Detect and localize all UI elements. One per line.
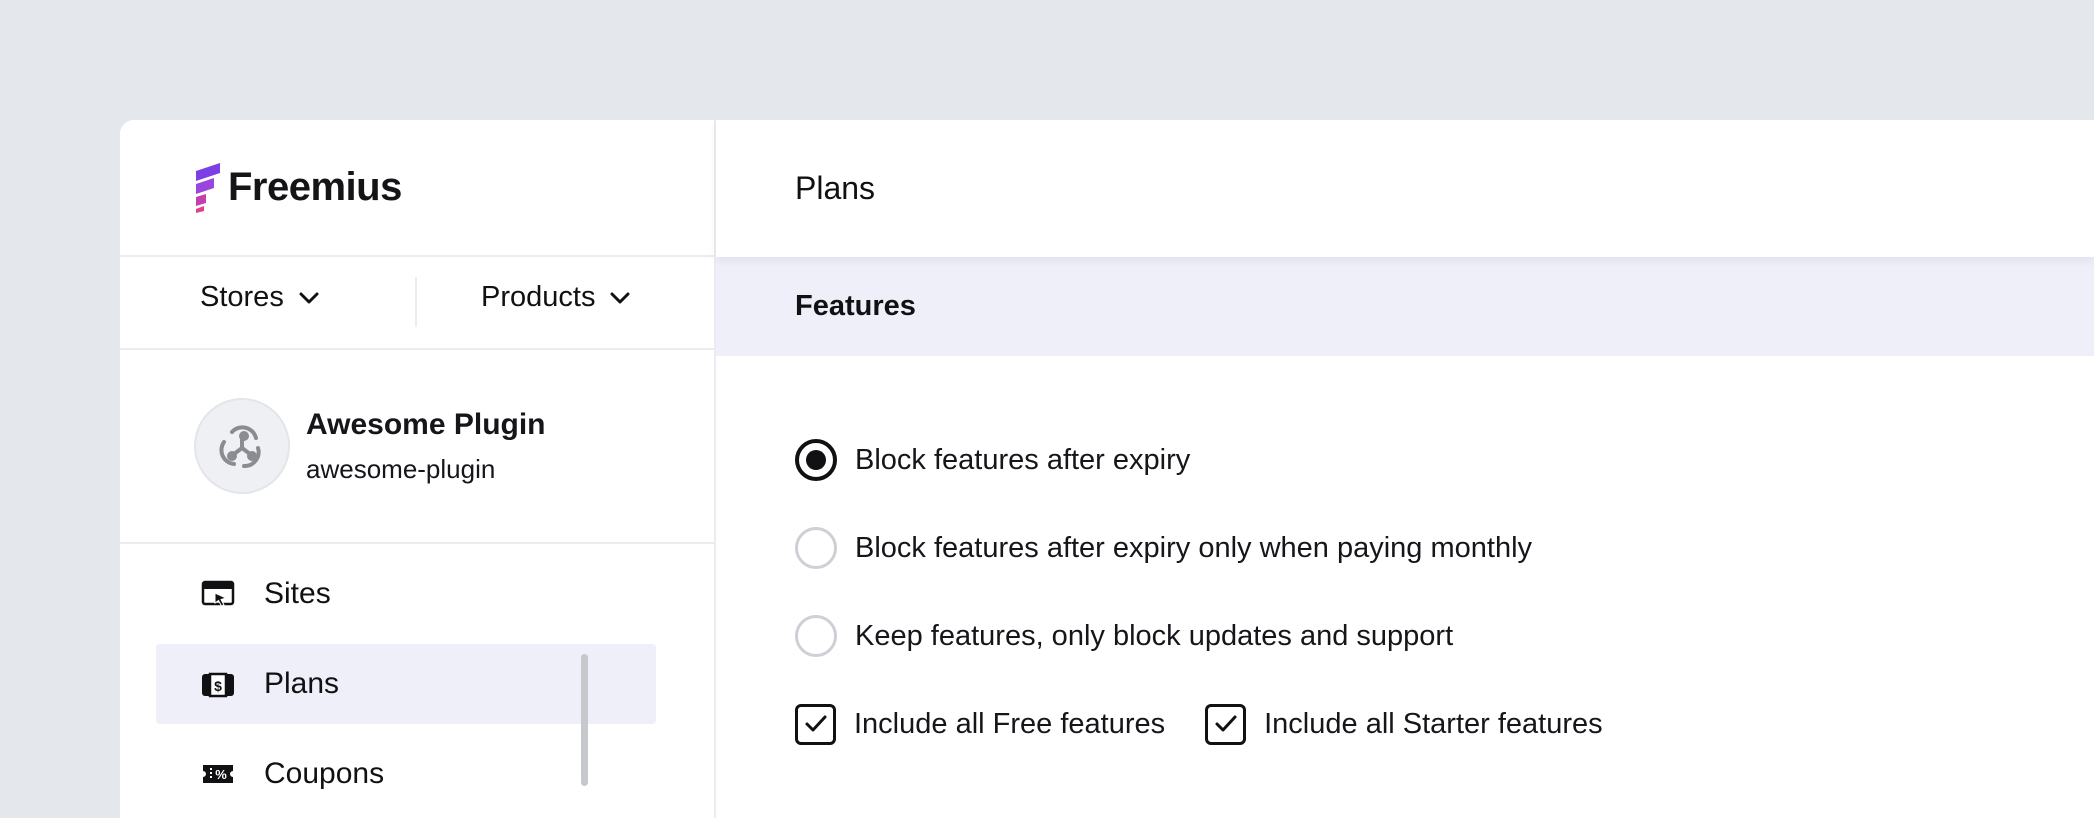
sidebar-item-sites[interactable]: Sites — [156, 554, 656, 634]
coupons-icon: % — [203, 765, 233, 783]
sidebar: Freemius Stores Products Awesome Plugin … — [120, 120, 716, 818]
chevron-down-icon — [299, 292, 319, 303]
feature-options: Block features after expiry Block featur… — [716, 356, 2094, 746]
app-window: Freemius Stores Products Awesome Plugin … — [120, 120, 2094, 818]
chevron-down-icon — [610, 292, 630, 303]
checkbox-label: Include all Starter features — [1264, 707, 1603, 740]
product-info: Awesome Plugin awesome-plugin — [306, 408, 546, 485]
sidebar-item-label: Coupons — [264, 757, 385, 790]
page-title: Plans — [716, 120, 2094, 257]
radio-button[interactable] — [795, 439, 837, 481]
switcher-divider — [415, 277, 417, 327]
checkmark-icon — [805, 715, 826, 732]
radio-label: Block features after expiry only when pa… — [855, 531, 1533, 564]
radio-option-block-after-expiry[interactable]: Block features after expiry — [795, 438, 2094, 482]
radio-button[interactable] — [795, 527, 837, 569]
sidebar-item-label: Sites — [264, 577, 331, 610]
product-name: Awesome Plugin — [306, 407, 546, 441]
svg-text:$: $ — [214, 678, 222, 694]
freemius-logo-icon — [196, 162, 220, 213]
stores-dropdown[interactable]: Stores — [200, 281, 320, 314]
plans-icon: $ — [202, 672, 234, 698]
stores-label: Stores — [200, 281, 284, 313]
sidebar-scrollbar[interactable] — [581, 654, 588, 786]
checkbox-include-free[interactable]: Include all Free features — [795, 703, 1166, 745]
plugin-logo-icon — [219, 425, 261, 468]
store-product-switcher: Stores Products — [120, 257, 714, 350]
radio-button[interactable] — [795, 615, 837, 657]
radio-label: Keep features, only block updates and su… — [855, 619, 1454, 652]
products-dropdown[interactable]: Products — [481, 281, 631, 314]
checkbox[interactable] — [1205, 703, 1247, 745]
radio-selected-dot — [806, 450, 826, 470]
radio-label: Block features after expiry — [855, 443, 1191, 476]
checkbox-label: Include all Free features — [854, 707, 1166, 740]
sidebar-nav: Sites $ Plans % Coupons — [120, 544, 714, 814]
product-slug: awesome-plugin — [306, 453, 496, 484]
product-card[interactable]: Awesome Plugin awesome-plugin — [120, 350, 714, 544]
main-panel: Plans Features Block features after expi… — [716, 120, 2094, 818]
radio-option-keep-features[interactable]: Keep features, only block updates and su… — [795, 614, 2094, 658]
checkbox-include-starter[interactable]: Include all Starter features — [1205, 703, 1603, 745]
sidebar-item-label: Plans — [264, 667, 340, 700]
brand-logo[interactable]: Freemius — [120, 120, 714, 257]
radio-option-block-monthly[interactable]: Block features after expiry only when pa… — [795, 526, 2094, 570]
products-label: Products — [481, 281, 596, 313]
include-features-row: Include all Free features Include all St… — [795, 702, 2094, 746]
product-avatar — [194, 398, 290, 494]
section-header: Features — [716, 257, 2094, 356]
svg-text:%: % — [215, 767, 227, 782]
checkmark-icon — [1215, 715, 1237, 732]
checkbox[interactable] — [795, 703, 836, 745]
sites-icon — [201, 580, 235, 607]
brand-name: Freemius — [228, 165, 402, 209]
section-title: Features — [795, 290, 916, 322]
